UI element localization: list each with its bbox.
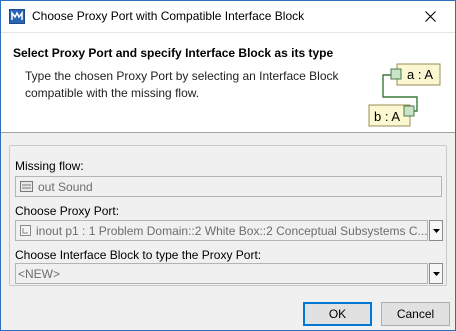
proxy-port-dropdown-button[interactable] xyxy=(429,220,443,241)
proxy-port-value: inout p1 : 1 Problem Domain::2 White Box… xyxy=(36,223,428,238)
chevron-down-icon xyxy=(432,228,440,233)
chevron-down-icon xyxy=(432,271,440,276)
interface-block-combobox[interactable]: <NEW> xyxy=(15,263,428,284)
interface-block-value: <NEW> xyxy=(18,266,61,281)
cancel-button[interactable]: Cancel xyxy=(381,302,450,326)
port-b xyxy=(403,105,415,117)
ok-button[interactable]: OK xyxy=(303,302,372,326)
header-description: Type the chosen Proxy Port by selecting … xyxy=(25,69,339,100)
block-b-label: b : A xyxy=(374,109,400,124)
close-button[interactable] xyxy=(405,1,455,32)
port-a xyxy=(390,68,402,80)
title-bar[interactable]: Choose Proxy Port with Compatible Interf… xyxy=(1,1,455,32)
header-title: Select Proxy Port and specify Interface … xyxy=(13,46,334,60)
port-icon xyxy=(20,225,31,236)
flow-icon xyxy=(20,181,33,192)
magicdraw-app-icon xyxy=(9,9,25,24)
dialog-window: Choose Proxy Port with Compatible Interf… xyxy=(0,0,456,331)
block-a-label: a : A xyxy=(407,67,433,82)
window-title: Choose Proxy Port with Compatible Interf… xyxy=(32,9,305,23)
dialog-header: Select Proxy Port and specify Interface … xyxy=(1,32,455,133)
proxy-port-diagram-icon: a : A b : A xyxy=(368,63,441,127)
interface-block-dropdown-button[interactable] xyxy=(429,263,443,284)
proxy-port-label: Choose Proxy Port: xyxy=(15,204,120,218)
proxy-port-combobox[interactable]: inout p1 : 1 Problem Domain::2 White Box… xyxy=(15,220,428,241)
interface-block-label: Choose Interface Block to type the Proxy… xyxy=(15,248,262,262)
close-icon xyxy=(424,11,436,22)
missing-flow-value: out Sound xyxy=(38,179,93,194)
missing-flow-field: out Sound xyxy=(15,176,442,197)
missing-flow-label: Missing flow: xyxy=(15,159,84,173)
